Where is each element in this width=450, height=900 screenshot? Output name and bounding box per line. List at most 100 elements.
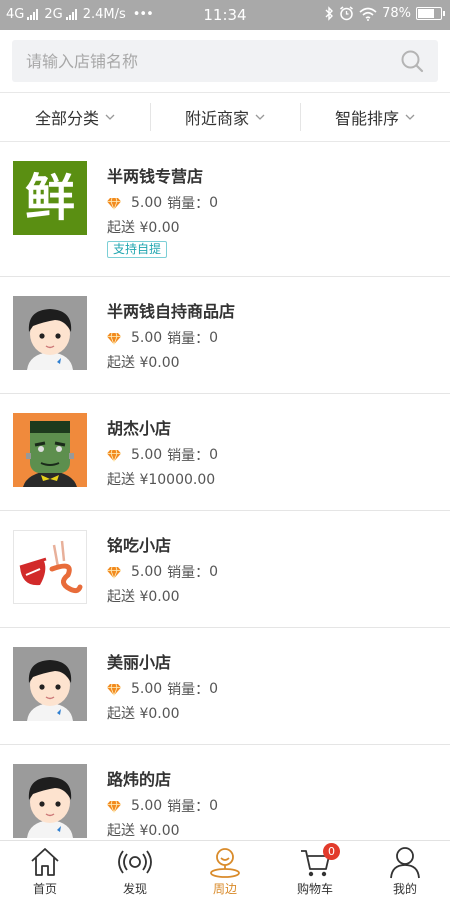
tab-discover-label: 发现 [122,882,147,896]
filter-sort-label: 智能排序 [334,109,399,128]
shop-name: 美丽小店 [107,653,172,672]
shop-sales-label: 销量： [167,331,210,347]
shop-name: 路炜的店 [107,770,172,789]
shop-rating-row: 5.00 销量： 0 [107,328,218,348]
shop-name: 半两钱自持商品店 [107,302,236,321]
tab-discover[interactable]: 发现 [90,841,180,900]
shop-item[interactable]: 美丽小店 5.00 销量： 0 起送 ¥0.00 [0,628,450,745]
tab-mine-label: 我的 [392,882,417,896]
shop-sales: 0 [209,447,219,463]
default-avatar-icon [13,296,87,370]
min-order-price: ¥0.00 [139,823,180,839]
min-order-price: ¥0.00 [139,355,180,371]
filter-sort[interactable]: 智能排序 [300,103,450,131]
shop-rating-row: 5.00 销量： 0 [107,193,218,213]
shop-logo-fresh: 鲜 [13,161,87,235]
home-icon [31,848,59,876]
filter-category-label: 全部分类 [34,109,99,128]
shop-sales-label: 销量： [167,196,210,212]
shop-rating: 5.00 [131,798,163,814]
search-icon[interactable] [400,49,424,73]
wifi-icon [359,7,377,21]
cart-badge: 0 [323,843,340,860]
tab-home[interactable]: 首页 [0,841,90,900]
tab-nearby[interactable]: 周边 [180,841,270,900]
min-order-label: 起送 [107,355,135,371]
shop-min-order: 起送 ¥10000.00 [107,469,215,489]
shop-avatar [13,296,87,370]
shop-min-order: 起送 ¥0.00 [107,820,180,840]
shop-item[interactable]: 半两钱自持商品店 5.00 销量： 0 起送 ¥0.00 [0,277,450,394]
shop-item[interactable]: 鲜 半两钱专营店 5.00 销量： 0 起送 ¥0.00 支持自提 [0,142,450,277]
min-order-label: 起送 [107,472,135,488]
filter-nearby-label: 附近商家 [184,109,249,128]
shop-avatar [13,764,87,838]
alarm-icon [340,6,354,21]
shop-rating: 5.00 [131,195,163,211]
chevron-down-icon [255,114,265,120]
shop-min-order: 起送 ¥0.00 [107,703,180,723]
shop-name: 铭吃小店 [107,536,172,555]
shop-item[interactable]: 路炜的店 5.00 销量： 0 起送 ¥0.00 [0,745,450,840]
shop-sales: 0 [209,798,219,814]
shop-avatar-frankenstein [13,413,87,487]
shop-rating: 5.00 [131,447,163,463]
shop-rating-row: 5.00 销量： 0 [107,679,218,699]
shop-rating: 5.00 [131,564,163,580]
shop-logo-text: 鲜 [25,169,75,227]
default-avatar-icon [13,647,87,721]
shop-name: 胡杰小店 [107,419,172,438]
diamond-icon [107,197,121,210]
min-order-label: 起送 [107,220,135,236]
filter-category[interactable]: 全部分类 [0,103,150,131]
filter-bar: 全部分类 附近商家 智能排序 [0,92,450,142]
pickup-tag: 支持自提 [107,241,168,258]
shop-rating-row: 5.00 销量： 0 [107,445,218,465]
tab-home-label: 首页 [32,882,57,896]
min-order-label: 起送 [107,589,135,605]
shop-sales: 0 [209,681,219,697]
chi-logo-icon [19,540,83,594]
shop-rating-row: 5.00 销量： 0 [107,562,218,582]
min-order-price: ¥0.00 [139,589,180,605]
filter-nearby[interactable]: 附近商家 [150,103,300,131]
shop-name: 半两钱专营店 [107,167,204,186]
diamond-icon [107,683,121,696]
search-bar [0,30,450,92]
diamond-icon [107,449,121,462]
tab-cart[interactable]: 0 购物车 [270,841,360,900]
nearby-icon [210,848,240,878]
shop-avatar [13,647,87,721]
status-right: 78% [325,6,445,21]
battery-percent: 78% [382,6,411,21]
shop-min-order: 起送 ¥0.00 [107,586,180,606]
search-box [12,40,438,82]
shop-sales: 0 [209,564,219,580]
shop-sales-label: 销量： [167,448,210,464]
shop-rating: 5.00 [131,330,163,346]
tab-mine[interactable]: 我的 [360,841,450,900]
min-order-price: ¥10000.00 [139,472,216,488]
tab-cart-label: 购物车 [296,882,333,896]
shop-item[interactable]: 铭吃小店 5.00 销量： 0 起送 ¥0.00 [0,511,450,628]
frankenstein-avatar-icon [13,413,87,487]
shop-sales-label: 销量： [167,565,210,581]
battery-icon [416,7,445,20]
shop-sales-label: 销量： [167,682,210,698]
min-order-label: 起送 [107,706,135,722]
min-order-price: ¥0.00 [139,220,180,236]
default-avatar-icon [13,764,87,838]
diamond-icon [107,332,121,345]
shop-sales: 0 [209,330,219,346]
search-input[interactable] [12,40,392,82]
chevron-down-icon [405,114,415,120]
shop-logo-chi [13,530,87,604]
shop-item[interactable]: 胡杰小店 5.00 销量： 0 起送 ¥10000.00 [0,394,450,511]
user-icon [390,847,420,879]
shop-sales: 0 [209,195,219,211]
diamond-icon [107,566,121,579]
shop-sales-label: 销量： [167,799,210,815]
chevron-down-icon [105,114,115,120]
min-order-price: ¥0.00 [139,706,180,722]
shop-min-order: 起送 ¥0.00 [107,352,180,372]
